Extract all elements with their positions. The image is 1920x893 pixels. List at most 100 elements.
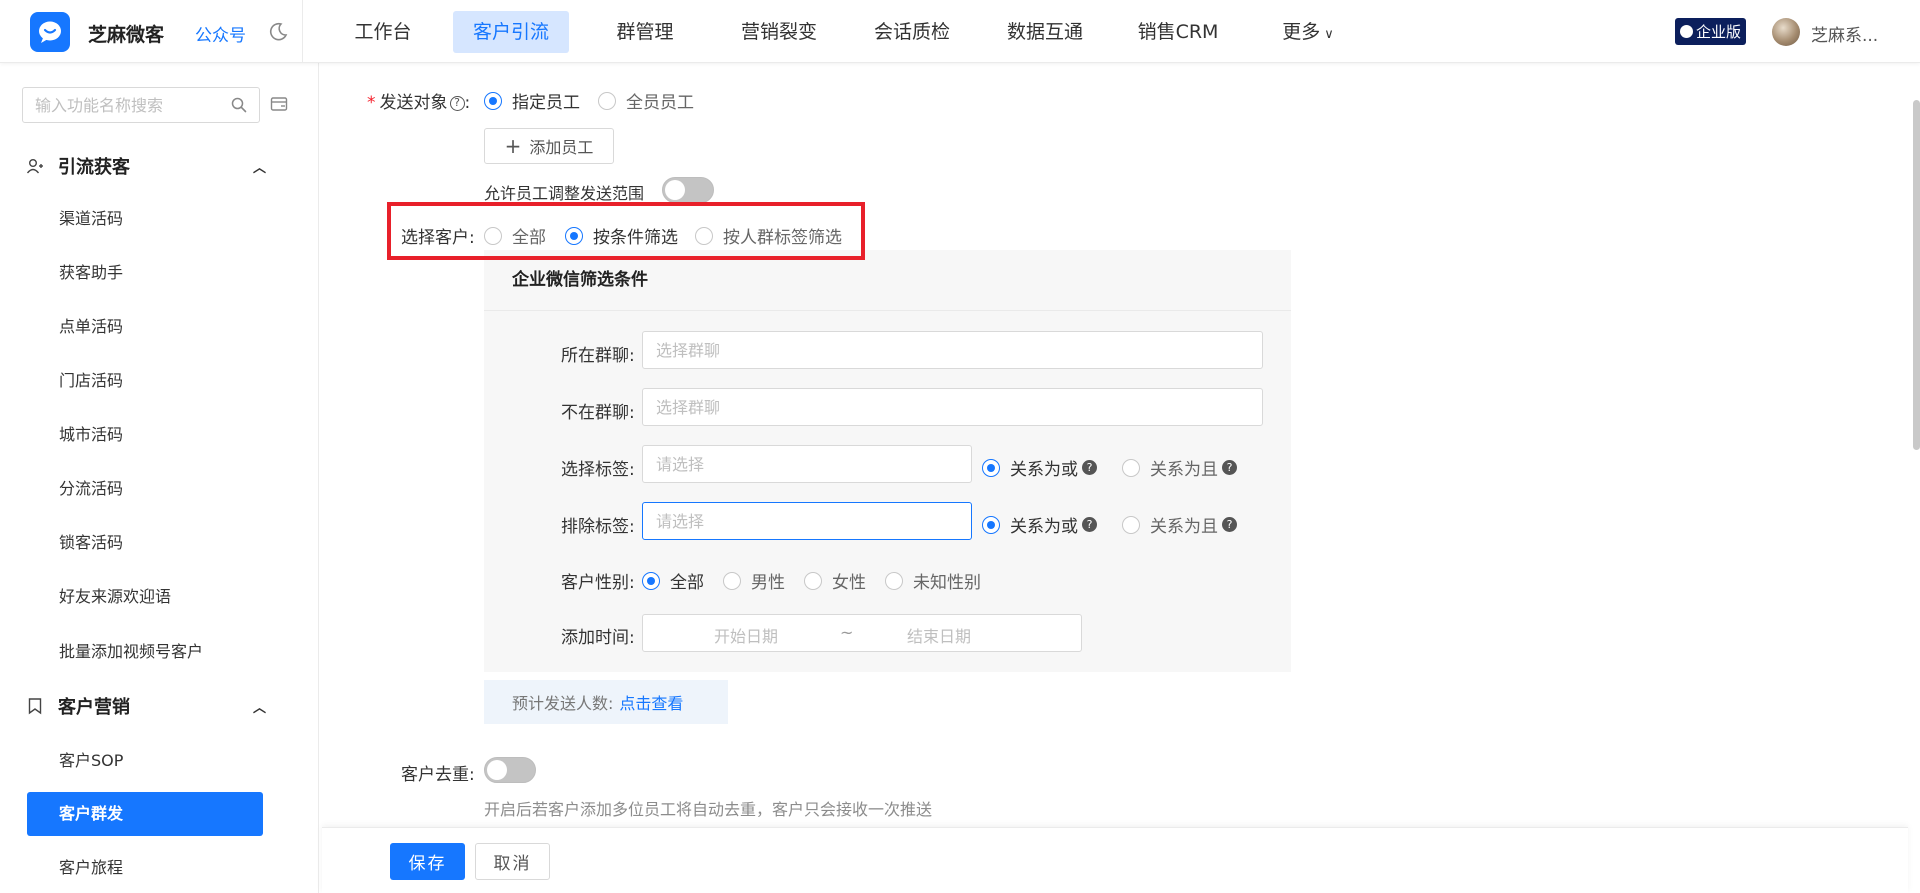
- scrollbar[interactable]: [1913, 100, 1920, 450]
- not-in-group-input[interactable]: [643, 389, 1262, 425]
- exclude-tag-input[interactable]: [643, 503, 971, 539]
- radio-exclude-tag-or[interactable]: 关系为或?: [982, 512, 1097, 537]
- sidebar-search-input[interactable]: [23, 88, 213, 122]
- radio-circle: [982, 515, 1000, 534]
- radio-circle: [885, 571, 903, 590]
- radio-circle: [642, 571, 660, 590]
- start-date-placeholder[interactable]: 开始日期: [714, 623, 778, 647]
- add-employee-button[interactable]: + 添加员工: [484, 128, 614, 164]
- radio-specific-employee[interactable]: 指定员工: [484, 88, 580, 113]
- user-add-icon: [26, 159, 43, 174]
- radio-gender-male[interactable]: 男性: [723, 568, 785, 593]
- nav-item-sales-crm[interactable]: 销售CRM: [1120, 11, 1236, 53]
- save-button[interactable]: 保存: [390, 843, 465, 880]
- sidebar-group-traffic[interactable]: 引流获客 ︿: [26, 154, 266, 178]
- select-tag-input[interactable]: [643, 446, 971, 482]
- not-in-group-select[interactable]: [642, 388, 1263, 426]
- chevron-up-icon: ︿: [252, 160, 266, 176]
- nav-divider: [302, 0, 303, 63]
- sidebar-item-batch-add-video[interactable]: 批量添加视频号客户: [27, 630, 263, 674]
- nav-item-workbench[interactable]: 工作台: [330, 11, 436, 53]
- send-target-label-text: 发送对象: [379, 93, 448, 113]
- chevron-down-icon: ∨: [1324, 27, 1334, 42]
- in-group-input[interactable]: [643, 332, 1262, 368]
- nav-item-marketing-fission[interactable]: 营销裂变: [721, 11, 837, 53]
- exclude-tag-select[interactable]: [642, 502, 972, 540]
- exclude-tag-label: 排除标签:: [561, 517, 635, 537]
- sidebar: 引流获客 ︿ 渠道活码 获客助手 点单活码 门店活码 城市活码 分流活码 锁客活…: [0, 63, 298, 893]
- menu-collapse-icon[interactable]: [270, 95, 288, 113]
- search-icon[interactable]: [231, 97, 247, 113]
- cancel-button[interactable]: 取消: [475, 843, 550, 880]
- enterprise-badge[interactable]: 企业版: [1675, 18, 1746, 45]
- nav-item-session-qc[interactable]: 会话质检: [854, 11, 970, 53]
- sidebar-item-customer-sop[interactable]: 客户SOP: [27, 739, 263, 783]
- sidebar-item-acquisition-assistant[interactable]: 获客助手: [27, 251, 263, 295]
- app-logo-icon[interactable]: [30, 12, 70, 52]
- avatar[interactable]: [1772, 18, 1800, 46]
- help-icon[interactable]: ?: [1082, 517, 1097, 532]
- estimate-view-link[interactable]: 点击查看: [619, 690, 683, 714]
- radio-circle: [484, 91, 502, 110]
- radio-gender-all[interactable]: 全部: [642, 568, 704, 593]
- bookmark-icon: [28, 698, 42, 715]
- allow-adjust-label: 允许员工调整发送范围: [484, 184, 645, 203]
- radio-all-employee[interactable]: 全员员工: [598, 88, 694, 113]
- help-icon[interactable]: ?: [1222, 460, 1237, 475]
- radio-circle: [982, 458, 1000, 477]
- select-tag-select[interactable]: [642, 445, 972, 483]
- sidebar-item-customer-broadcast[interactable]: 客户群发: [27, 792, 263, 836]
- send-target-label: * 发送对象?:: [367, 88, 470, 113]
- chat-bubble-icon: [1679, 25, 1693, 38]
- dark-mode-icon[interactable]: [268, 22, 288, 42]
- radio-select-tag-and[interactable]: 关系为且?: [1122, 455, 1237, 480]
- nav-item-more[interactable]: 更多 ∨: [1253, 11, 1363, 53]
- radio-select-tag-or[interactable]: 关系为或?: [982, 455, 1097, 480]
- sidebar-item-channel-code[interactable]: 渠道活码: [27, 197, 263, 241]
- sidebar-item-order-code[interactable]: 点单活码: [27, 305, 263, 349]
- sidebar-item-customer-journey[interactable]: 客户旅程: [27, 846, 263, 890]
- nav-item-group-management[interactable]: 群管理: [592, 11, 698, 53]
- radio-exclude-tag-and[interactable]: 关系为且?: [1122, 512, 1237, 537]
- radio-circle: [723, 571, 741, 590]
- sidebar-item-city-code[interactable]: 城市活码: [27, 413, 263, 457]
- gongzhonghao-link[interactable]: 公众号: [195, 21, 246, 46]
- radio-select-tag-or-label: 关系为或: [1010, 460, 1078, 480]
- add-time-date-range[interactable]: 开始日期 ~ 结束日期: [642, 614, 1082, 652]
- in-group-select[interactable]: [642, 331, 1263, 369]
- sidebar-item-lock-code[interactable]: 锁客活码: [27, 521, 263, 565]
- sidebar-item-friend-welcome[interactable]: 好友来源欢迎语: [27, 575, 263, 619]
- top-bar: 芝麻微客 公众号 工作台 客户引流 群管理 营销裂变 会话质检 数据互通 销售C…: [0, 0, 1920, 63]
- sidebar-item-split-code[interactable]: 分流活码: [27, 467, 263, 511]
- label-colon: :: [464, 93, 471, 113]
- estimate-label: 预计发送人数:: [512, 694, 614, 713]
- radio-gender-female[interactable]: 女性: [804, 568, 866, 593]
- nav-more-label: 更多: [1282, 21, 1321, 43]
- nav-item-customer-traffic[interactable]: 客户引流: [453, 11, 569, 53]
- help-icon[interactable]: ?: [1222, 517, 1237, 532]
- radio-exclude-tag-or-label: 关系为或: [1010, 517, 1078, 537]
- nav-item-data-sync[interactable]: 数据互通: [987, 11, 1103, 53]
- dedupe-label: 客户去重:: [401, 765, 475, 785]
- plus-icon: +: [504, 134, 522, 158]
- radio-circle: [598, 91, 616, 110]
- sidebar-item-store-code[interactable]: 门店活码: [27, 359, 263, 403]
- allow-adjust-toggle[interactable]: [662, 177, 714, 203]
- radio-circle: [1122, 515, 1140, 534]
- radio-gender-all-label: 全部: [670, 573, 704, 593]
- end-date-placeholder[interactable]: 结束日期: [907, 623, 971, 647]
- help-icon[interactable]: ?: [449, 95, 465, 111]
- help-icon[interactable]: ?: [1082, 460, 1097, 475]
- radio-gender-female-label: 女性: [832, 573, 866, 593]
- sidebar-group-traffic-title: 引流获客: [58, 157, 130, 178]
- select-tag-label: 选择标签:: [561, 460, 635, 480]
- estimate-box: 预计发送人数: 点击查看: [484, 680, 728, 724]
- dedupe-hint: 开启后若客户添加多位员工将自动去重，客户只会接收一次推送: [484, 800, 933, 819]
- gender-label: 客户性别:: [561, 573, 635, 593]
- sidebar-group-marketing[interactable]: 客户营销 ︿: [26, 694, 266, 718]
- in-group-label: 所在群聊:: [561, 346, 635, 366]
- dedupe-toggle[interactable]: [484, 757, 536, 783]
- date-range-separator: ~: [840, 623, 854, 642]
- radio-gender-unknown[interactable]: 未知性别: [885, 568, 981, 593]
- user-name[interactable]: 芝麻系...: [1811, 21, 1878, 46]
